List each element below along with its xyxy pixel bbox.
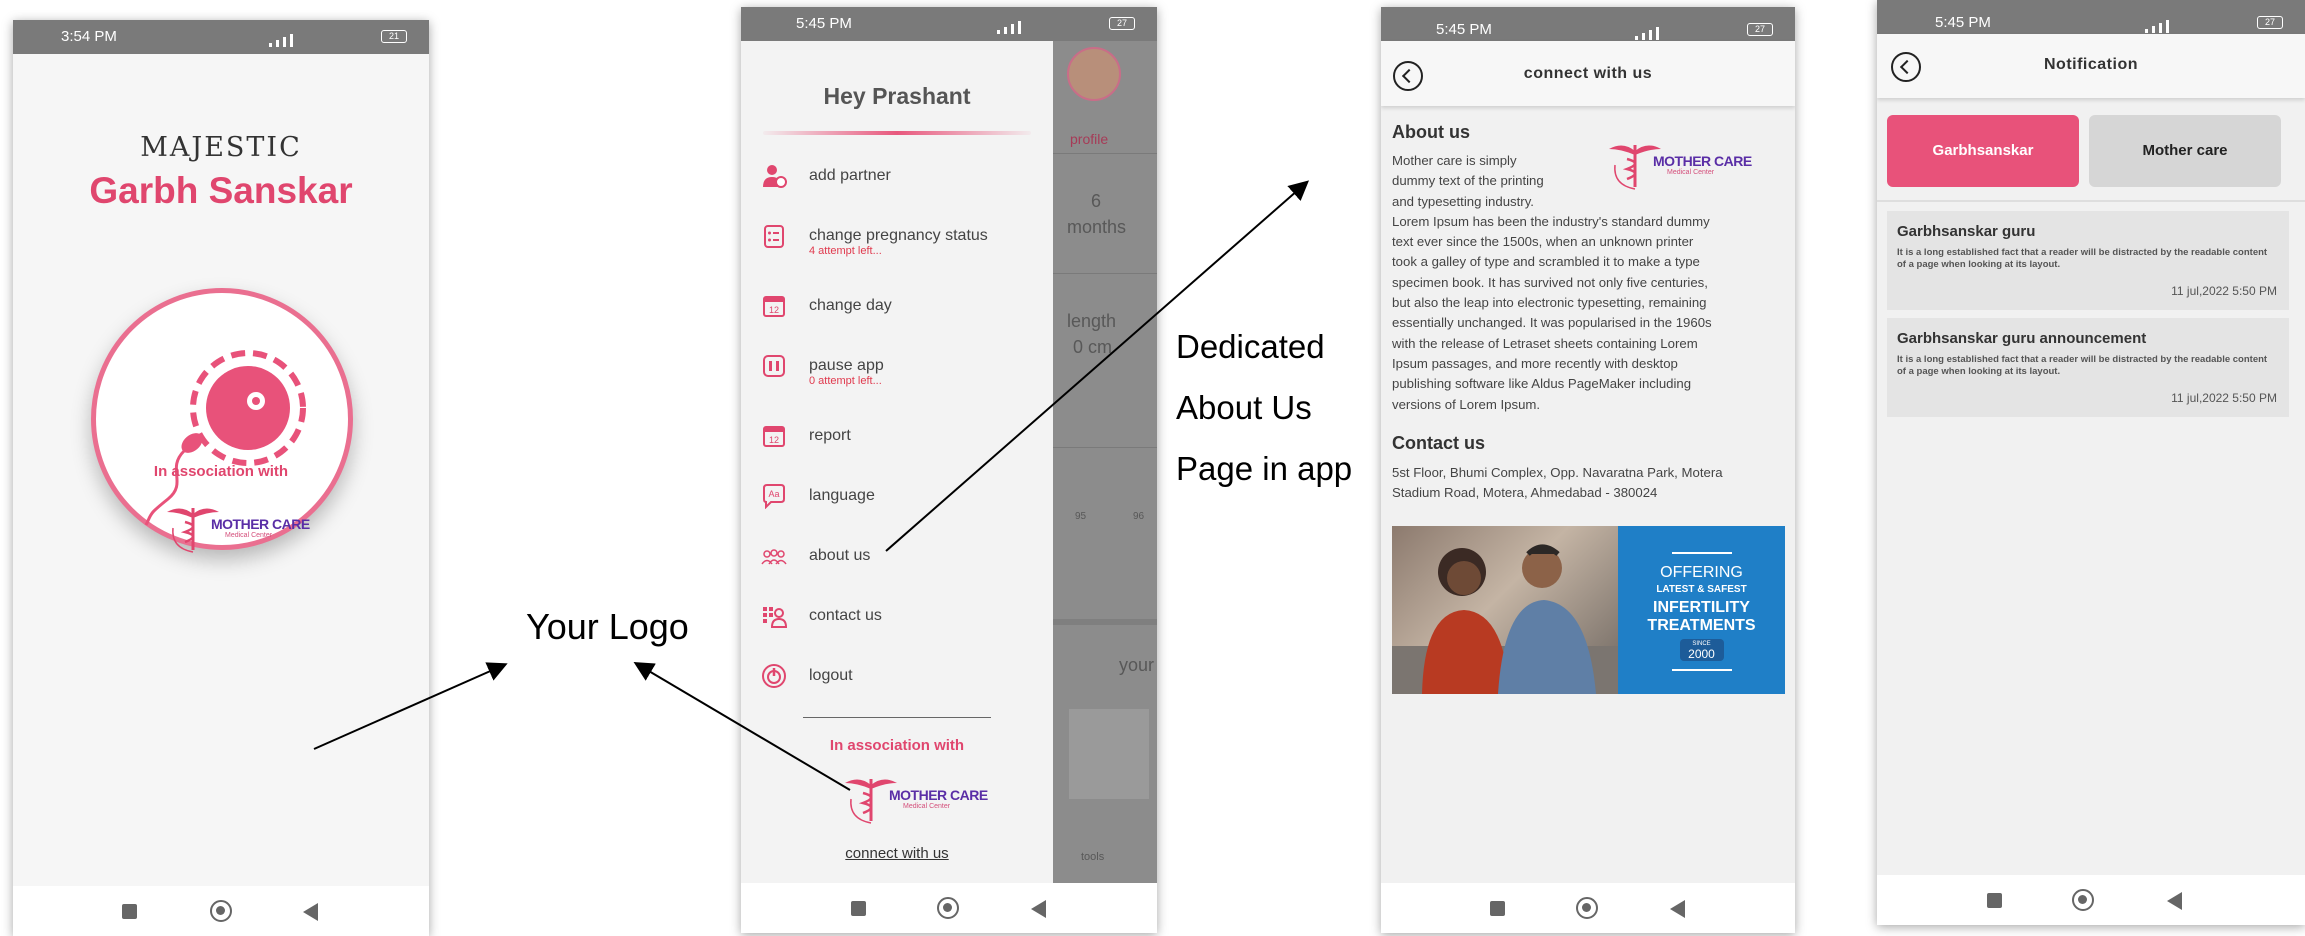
annotation-arrows (313, 180, 1310, 791)
arrow-logo-splash (313, 662, 508, 750)
arrow-logo-drawer (633, 661, 851, 791)
arrow-about-us (885, 180, 1310, 552)
